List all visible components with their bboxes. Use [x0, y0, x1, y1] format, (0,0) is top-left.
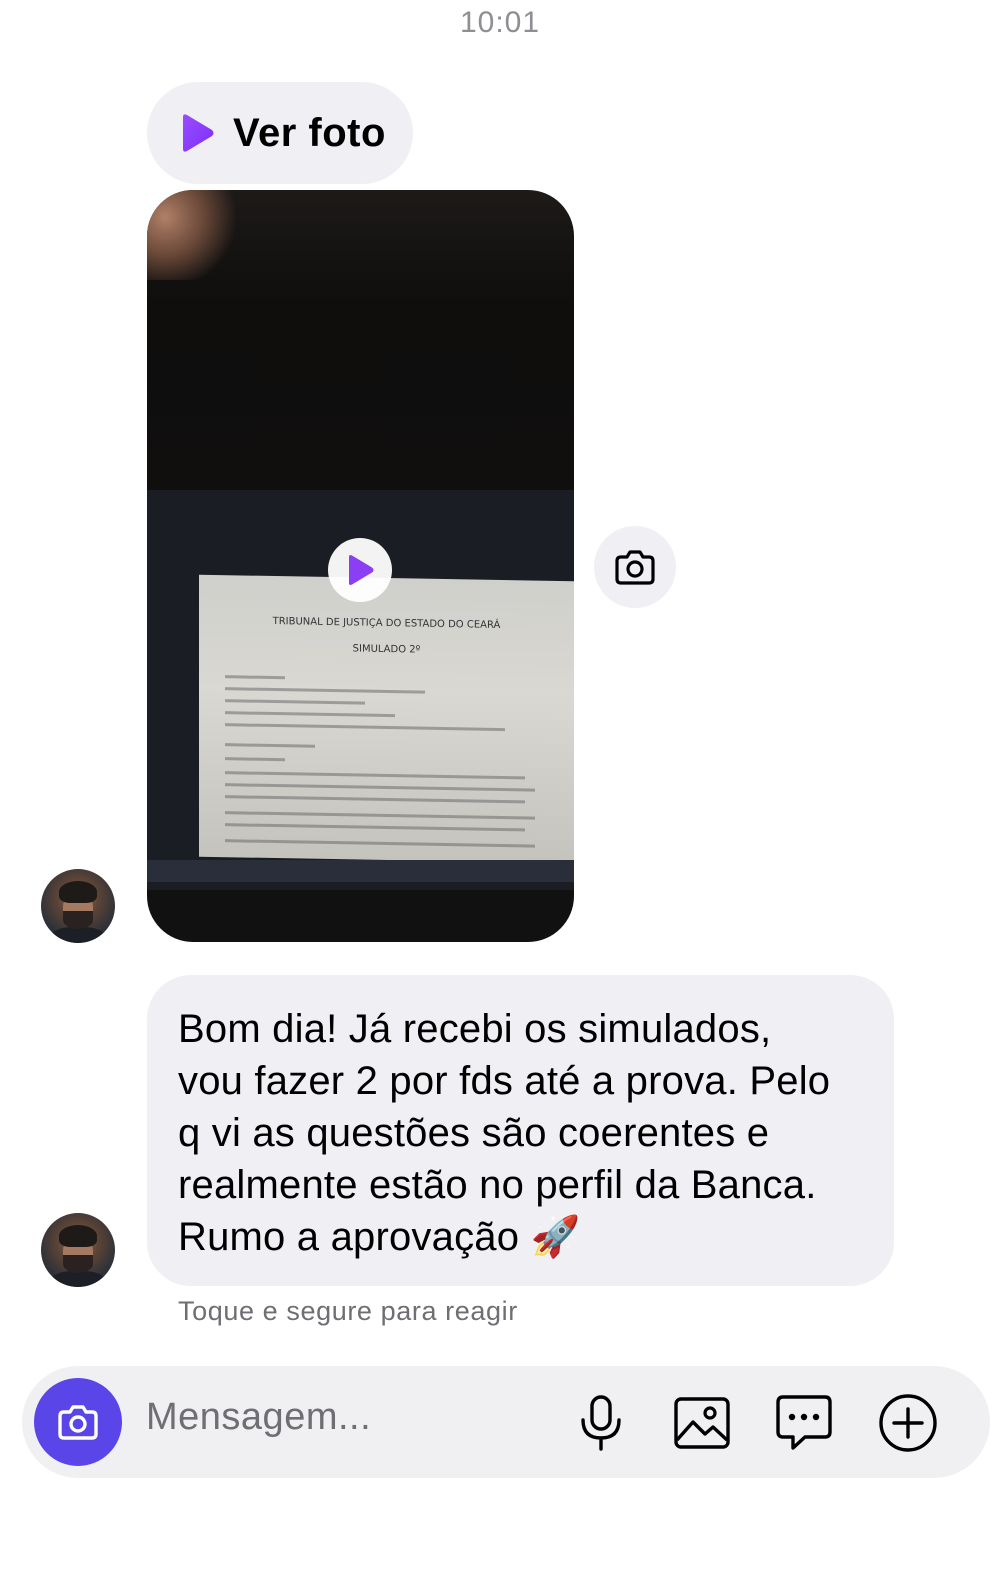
- play-video-button[interactable]: [328, 538, 392, 602]
- sender-avatar[interactable]: [41, 869, 115, 943]
- message-text: Bom dia! Já recebi os simulados, vou faz…: [178, 1007, 831, 1259]
- message-bubble[interactable]: Bom dia! Já recebi os simulados, vou faz…: [147, 975, 894, 1286]
- gallery-icon: [674, 1397, 730, 1449]
- camera-button[interactable]: [34, 1378, 122, 1466]
- camera-reply-button[interactable]: [594, 526, 676, 608]
- play-icon: [183, 114, 214, 152]
- play-icon: [349, 555, 374, 585]
- sender-avatar[interactable]: [41, 1213, 115, 1287]
- more-button[interactable]: [877, 1392, 939, 1454]
- camera-icon: [615, 550, 655, 585]
- message-composer: Mensagem...: [22, 1366, 990, 1478]
- sticker-button[interactable]: [773, 1392, 835, 1454]
- timestamp: 10:01: [459, 6, 541, 39]
- view-photo-button[interactable]: Ver foto: [147, 82, 413, 184]
- camera-icon: [58, 1405, 98, 1440]
- video-preview[interactable]: TRIBUNAL DE JUSTIÇA DO ESTADO DO CEARÁ S…: [147, 190, 574, 942]
- react-hint: Toque e segure para reagir: [178, 1296, 518, 1326]
- gallery-button[interactable]: [671, 1392, 733, 1454]
- view-photo-label: Ver foto: [233, 110, 386, 155]
- doc-title: TRIBUNAL DE JUSTIÇA DO ESTADO DO CEARÁ: [272, 616, 501, 631]
- message-input[interactable]: Mensagem...: [146, 1396, 371, 1439]
- microphone-icon: [581, 1395, 621, 1451]
- sticker-icon: [776, 1395, 832, 1450]
- document-image: TRIBUNAL DE JUSTIÇA DO ESTADO DO CEARÁ S…: [199, 574, 574, 864]
- doc-subtitle: SIMULADO 2º: [352, 643, 421, 656]
- plus-icon: [879, 1394, 937, 1452]
- microphone-button[interactable]: [570, 1392, 632, 1454]
